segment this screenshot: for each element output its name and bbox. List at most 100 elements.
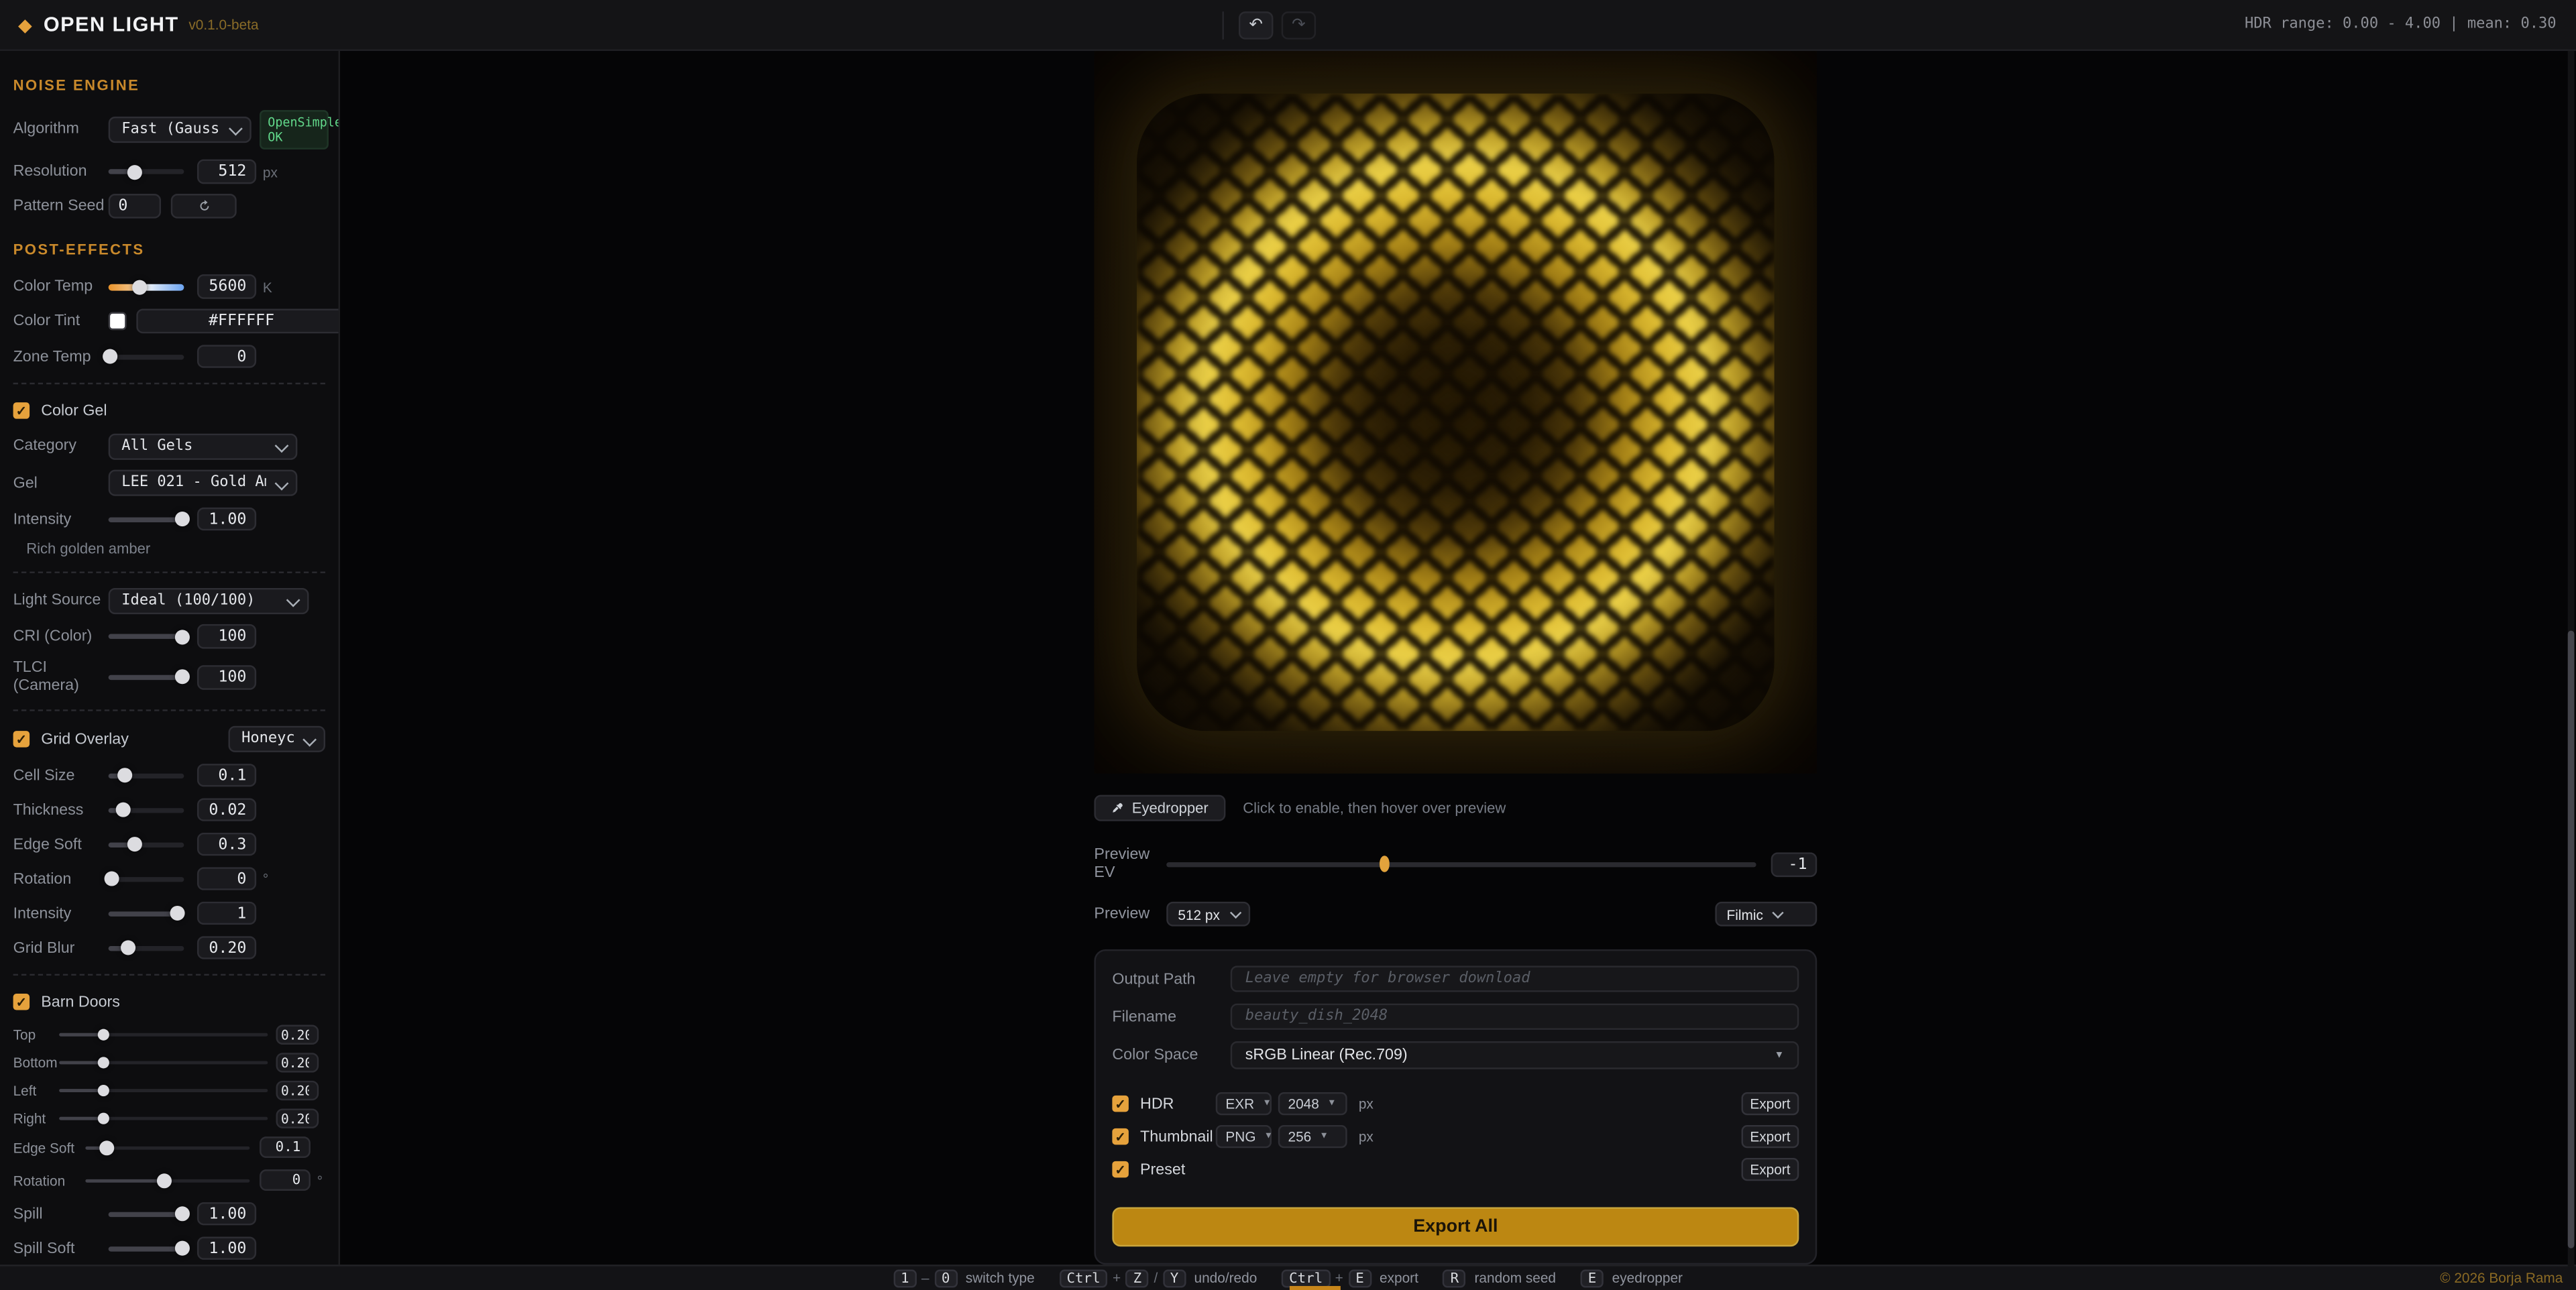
intensity-slider[interactable] bbox=[108, 905, 186, 921]
gel-select[interactable]: LEE 021 - Gold Amber bbox=[108, 470, 298, 497]
zone-temp-slider[interactable] bbox=[103, 349, 184, 364]
edge-soft-slider[interactable] bbox=[108, 837, 184, 852]
reseed-button[interactable] bbox=[170, 194, 237, 219]
slider-knob[interactable] bbox=[132, 279, 148, 294]
slider-knob[interactable] bbox=[97, 1029, 109, 1041]
checkbox-export-thumbnail[interactable]: ✓ bbox=[1112, 1128, 1129, 1145]
preview-ev-knob[interactable] bbox=[1379, 856, 1390, 872]
spill-slider[interactable] bbox=[108, 1206, 189, 1222]
value-input[interactable] bbox=[260, 1136, 311, 1159]
value-input[interactable] bbox=[260, 1169, 311, 1191]
slider-knob[interactable] bbox=[126, 837, 142, 852]
value-input[interactable] bbox=[197, 935, 257, 960]
value-input[interactable] bbox=[197, 901, 257, 925]
value-input[interactable] bbox=[276, 1024, 319, 1045]
category-select[interactable]: All Gels bbox=[108, 433, 298, 460]
grid-type-select[interactable]: Honeycomb bbox=[228, 726, 326, 753]
tlci-camera--slider[interactable] bbox=[108, 669, 189, 685]
slider-knob[interactable] bbox=[174, 1240, 189, 1256]
eyedropper-button[interactable]: Eyedropper bbox=[1094, 795, 1225, 821]
light-preview-canvas[interactable] bbox=[1094, 50, 1817, 774]
light-source-select[interactable]: Ideal (100/100) bbox=[108, 587, 309, 614]
pattern-seed-input[interactable] bbox=[108, 194, 162, 219]
value-input[interactable] bbox=[197, 763, 257, 787]
shortcut-label: eyedropper bbox=[1612, 1270, 1683, 1287]
checkbox-grid-overlay[interactable]: ✓ bbox=[13, 731, 30, 748]
redo-button[interactable]: ↷ bbox=[1281, 11, 1317, 40]
thickness-slider[interactable] bbox=[108, 802, 184, 817]
cri-color--slider[interactable] bbox=[108, 629, 189, 644]
value-input[interactable] bbox=[197, 344, 257, 369]
color-temp-slider[interactable] bbox=[108, 279, 184, 294]
filename-input[interactable] bbox=[1230, 1003, 1799, 1030]
grid-blur-slider[interactable] bbox=[108, 940, 184, 955]
format-select[interactable]: PNG ▼ bbox=[1215, 1124, 1273, 1149]
slider-knob[interactable] bbox=[174, 512, 189, 527]
value-input[interactable] bbox=[276, 1052, 319, 1073]
format-select[interactable]: EXR ▼ bbox=[1215, 1092, 1272, 1116]
value-input[interactable] bbox=[197, 665, 257, 689]
value-input[interactable] bbox=[197, 1236, 257, 1260]
slider-knob[interactable] bbox=[105, 871, 120, 886]
control-row: Intensity bbox=[13, 901, 325, 925]
rotation-slider[interactable] bbox=[85, 1173, 250, 1188]
tonemap-select[interactable]: Filmic bbox=[1715, 901, 1817, 927]
intensity-slider[interactable] bbox=[108, 512, 189, 527]
slider-knob[interactable] bbox=[174, 1206, 189, 1222]
slider-knob[interactable] bbox=[174, 629, 189, 644]
cell-size-slider[interactable] bbox=[108, 768, 184, 783]
value-input[interactable] bbox=[197, 866, 257, 891]
value-input[interactable] bbox=[197, 274, 257, 299]
algorithm-select[interactable]: Fast (Gaussian) bbox=[108, 116, 251, 143]
checkbox-export-preset[interactable]: ✓ bbox=[1112, 1161, 1129, 1178]
slider-knob[interactable] bbox=[103, 349, 119, 364]
undo-button[interactable]: ↶ bbox=[1238, 11, 1274, 40]
sidebar-scrollbar-thumb[interactable] bbox=[2567, 630, 2575, 1248]
checkbox-color-gel[interactable]: ✓ bbox=[13, 402, 30, 420]
color-tint-swatch[interactable] bbox=[108, 312, 127, 331]
value-input[interactable] bbox=[197, 507, 257, 531]
preview-ev-slider[interactable] bbox=[1166, 856, 1756, 872]
rotation-slider[interactable] bbox=[105, 871, 184, 886]
right-slider[interactable] bbox=[59, 1112, 268, 1124]
slider-knob[interactable] bbox=[119, 940, 135, 955]
checkbox-barn-doors[interactable]: ✓ bbox=[13, 994, 30, 1011]
value-input[interactable] bbox=[276, 1080, 319, 1101]
slider-knob[interactable] bbox=[174, 669, 189, 685]
slider-knob[interactable] bbox=[116, 802, 131, 817]
checkbox-export-hdr[interactable]: ✓ bbox=[1112, 1095, 1129, 1112]
edge-soft-slider[interactable] bbox=[85, 1140, 250, 1155]
color-tint-hex-input[interactable] bbox=[136, 309, 339, 334]
slider-knob[interactable] bbox=[127, 164, 143, 180]
slider-knob[interactable] bbox=[117, 768, 133, 783]
left-slider[interactable] bbox=[59, 1084, 268, 1097]
export-button[interactable]: Export bbox=[1741, 1124, 1799, 1149]
size-select[interactable]: 2048 ▼ bbox=[1278, 1092, 1347, 1116]
export-all-button[interactable]: Export All bbox=[1112, 1207, 1799, 1247]
colorspace-select[interactable]: sRGB Linear (Rec.709) ▼ bbox=[1230, 1041, 1799, 1069]
slider-knob[interactable] bbox=[170, 905, 186, 921]
bottom-slider[interactable] bbox=[59, 1057, 268, 1069]
slider-knob[interactable] bbox=[156, 1173, 172, 1188]
value-input[interactable] bbox=[197, 160, 257, 184]
value-input[interactable] bbox=[197, 1201, 257, 1226]
spill-soft-slider[interactable] bbox=[108, 1240, 189, 1256]
slider-knob[interactable] bbox=[97, 1057, 109, 1069]
value-input[interactable] bbox=[197, 624, 257, 648]
size-select[interactable]: 256 ▼ bbox=[1278, 1124, 1347, 1149]
resolution-slider[interactable] bbox=[108, 164, 184, 180]
slider-knob[interactable] bbox=[97, 1084, 109, 1097]
export-button[interactable]: Export bbox=[1741, 1092, 1799, 1116]
value-input[interactable] bbox=[276, 1108, 319, 1129]
preview-ev-value[interactable] bbox=[1771, 852, 1817, 876]
eyedropper-icon bbox=[1113, 803, 1123, 813]
export-button[interactable]: Export bbox=[1741, 1157, 1799, 1181]
value-input[interactable] bbox=[197, 832, 257, 856]
preview-size-select[interactable]: 512 px bbox=[1166, 901, 1249, 927]
slider-knob[interactable] bbox=[99, 1140, 115, 1155]
slider-knob[interactable] bbox=[97, 1112, 109, 1124]
top-slider[interactable] bbox=[59, 1029, 268, 1041]
colorspace-row: Color Space sRGB Linear (Rec.709) ▼ bbox=[1112, 1041, 1799, 1069]
output-path-input[interactable] bbox=[1230, 965, 1799, 992]
value-input[interactable] bbox=[197, 797, 257, 822]
